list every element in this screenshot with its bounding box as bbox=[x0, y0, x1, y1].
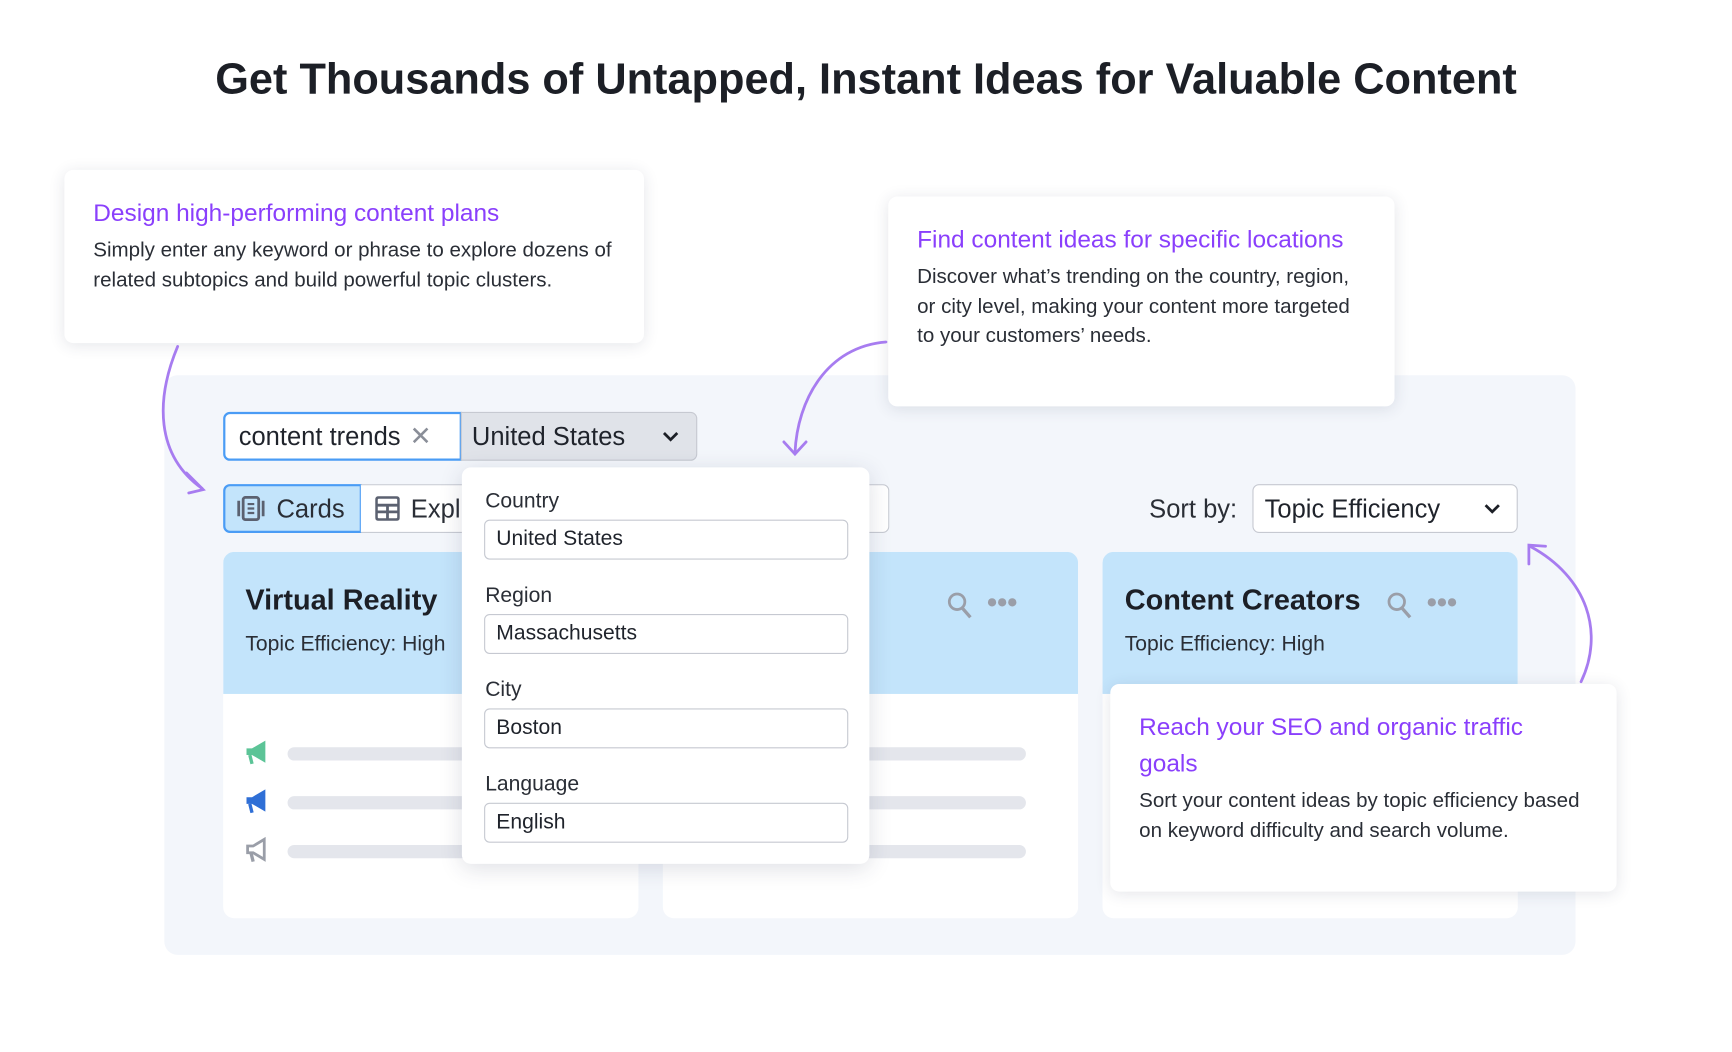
tab-explorer-label: Expl bbox=[410, 493, 461, 523]
callout-content-plans: Design high-performing content plans Sim… bbox=[64, 169, 644, 344]
country-field[interactable]: United States bbox=[484, 519, 849, 560]
chevron-down-icon bbox=[1484, 504, 1500, 514]
search-icon[interactable] bbox=[1387, 592, 1414, 621]
more-icon[interactable]: ••• bbox=[1427, 585, 1457, 619]
callout-body: Simply enter any keyword or phrase to ex… bbox=[93, 237, 612, 291]
sort-select-value: Topic Efficiency bbox=[1264, 493, 1441, 523]
tab-cards[interactable]: Cards bbox=[223, 484, 362, 533]
callout-title: Design high-performing content plans bbox=[93, 198, 500, 227]
headline: Get Thousands of Untapped, Instant Ideas… bbox=[215, 55, 1517, 104]
callout-body: Sort your content ideas by topic efficie… bbox=[1139, 788, 1580, 842]
chevron-down-icon bbox=[662, 432, 679, 442]
region-label: Region bbox=[485, 584, 553, 608]
callout-locations: Find content ideas for specific location… bbox=[888, 196, 1395, 407]
keyword-input[interactable]: content trends ✕ bbox=[223, 411, 462, 461]
table-icon bbox=[375, 496, 400, 521]
sort-select[interactable]: Topic Efficiency bbox=[1252, 484, 1518, 533]
callout-seo-goals: Reach your SEO and organic traffic goals… bbox=[1110, 683, 1617, 892]
country-select-value: United States bbox=[471, 421, 626, 451]
card-efficiency: Topic Efficiency: High bbox=[1124, 632, 1325, 657]
search-icon[interactable] bbox=[947, 592, 974, 621]
clear-icon[interactable]: ✕ bbox=[409, 420, 431, 452]
megaphone-grey-icon bbox=[246, 836, 266, 862]
callout-title: Find content ideas for specific location… bbox=[917, 225, 1344, 254]
region-field[interactable]: Massachusetts bbox=[484, 613, 849, 654]
tab-cards-label: Cards bbox=[276, 493, 345, 523]
callout-title: Reach your SEO and organic traffic goals bbox=[1139, 712, 1523, 778]
megaphone-blue-icon bbox=[246, 789, 266, 814]
cards-icon bbox=[237, 496, 265, 522]
keyword-value: content trends bbox=[238, 421, 401, 451]
sort-label: Sort by: bbox=[1149, 494, 1238, 523]
language-field[interactable]: English bbox=[484, 802, 849, 843]
language-label: Language bbox=[485, 772, 580, 797]
city-field[interactable]: Boston bbox=[484, 708, 849, 749]
callout-body: Discover what’s trending on the country,… bbox=[917, 264, 1350, 347]
megaphone-green-icon bbox=[246, 740, 266, 765]
country-label: Country bbox=[485, 489, 560, 513]
location-dropdown: Country United States Region Massachuset… bbox=[461, 467, 870, 864]
city-label: City bbox=[485, 678, 522, 702]
country-select[interactable]: United States bbox=[460, 411, 698, 461]
more-icon[interactable]: ••• bbox=[987, 585, 1017, 619]
